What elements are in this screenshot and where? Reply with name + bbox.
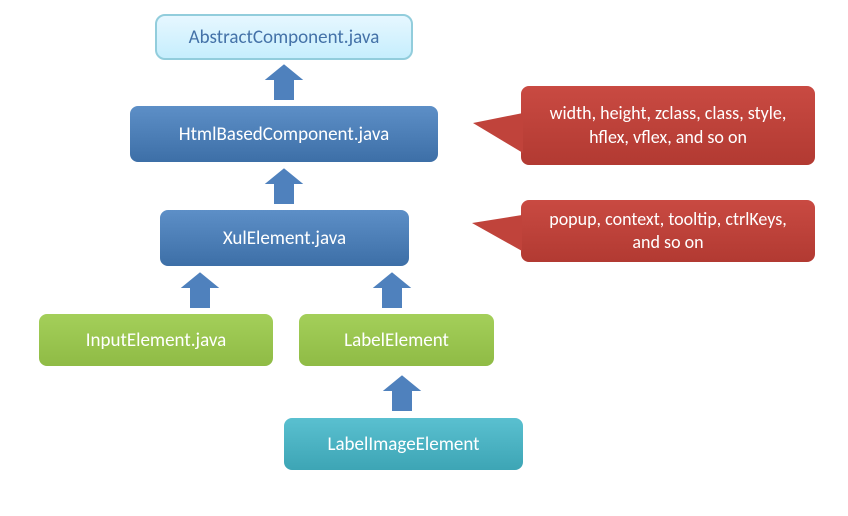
node-label-element: LabelElement — [297, 312, 496, 368]
callout-xul-element-attrs: popup, context, tooltip, ctrlKeys, and s… — [519, 198, 817, 264]
arrow-up-icon — [370, 271, 414, 309]
callout-text: width, height, zclass, class, style, hfl… — [537, 102, 799, 149]
node-xul-element: XulElement.java — [158, 208, 411, 268]
node-label: LabelImageElement — [327, 433, 479, 456]
node-input-element: InputElement.java — [37, 312, 275, 368]
arrow-up-icon — [262, 63, 306, 101]
callout-text: popup, context, tooltip, ctrlKeys, and s… — [537, 208, 799, 255]
node-label: XulElement.java — [223, 227, 346, 250]
node-html-based-component: HtmlBasedComponent.java — [128, 104, 440, 164]
callout-tail-icon — [472, 215, 522, 251]
node-label-image-element: LabelImageElement — [282, 416, 525, 472]
node-label: AbstractComponent.java — [189, 26, 380, 49]
node-label: HtmlBasedComponent.java — [179, 123, 390, 146]
callout-tail-icon — [473, 113, 523, 153]
callout-html-based-attrs: width, height, zclass, class, style, hfl… — [519, 84, 817, 167]
node-label: InputElement.java — [86, 329, 227, 352]
node-abstract-component: AbstractComponent.java — [155, 14, 413, 60]
node-label: LabelElement — [344, 329, 449, 352]
arrow-up-icon — [178, 271, 222, 309]
arrow-up-icon — [380, 374, 424, 412]
arrow-up-icon — [262, 167, 306, 205]
